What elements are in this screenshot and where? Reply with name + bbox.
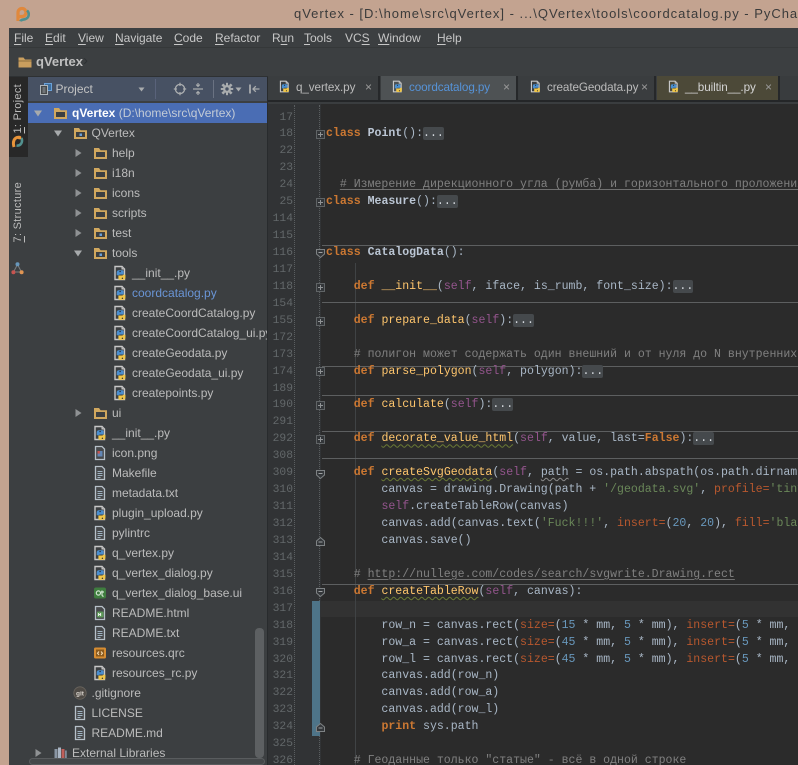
svg-text:git: git xyxy=(76,690,85,697)
